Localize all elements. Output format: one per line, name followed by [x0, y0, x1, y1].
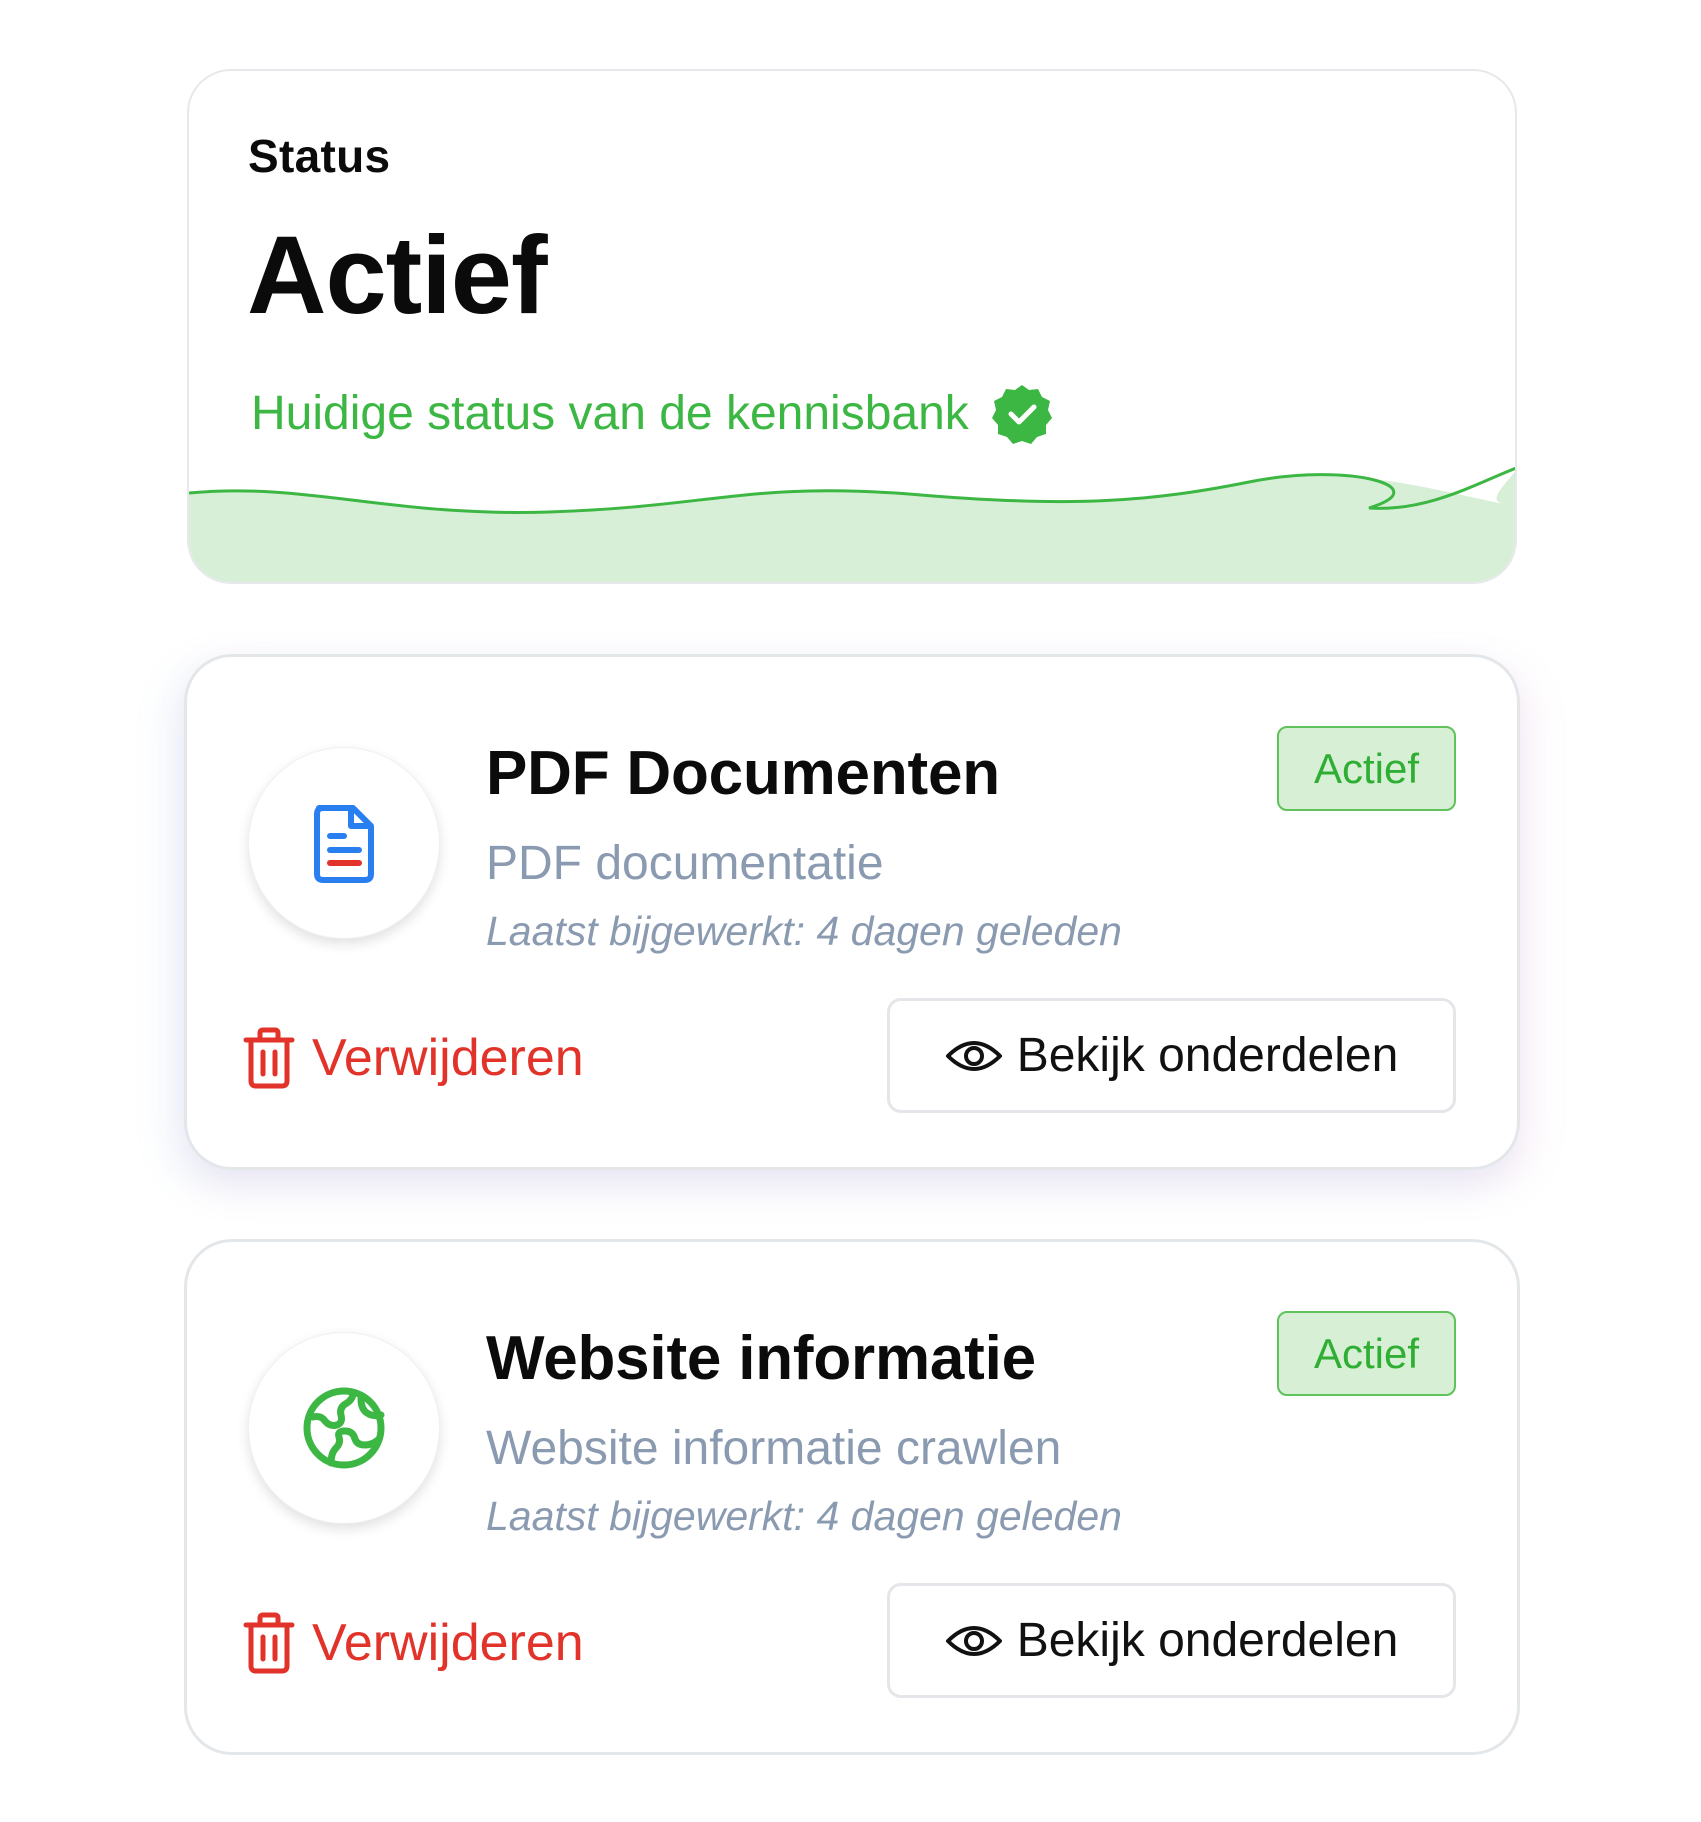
eye-icon: [945, 1040, 1002, 1071]
trash-icon: [243, 1027, 295, 1089]
globe-icon: [303, 1387, 385, 1469]
source-description: PDF documentatie: [486, 837, 884, 890]
pdf-document-icon: [314, 805, 374, 883]
source-card-website: Website informatie Website informatie cr…: [184, 1239, 1520, 1755]
eye-icon: [945, 1625, 1002, 1656]
delete-button-label: Verwijderen: [312, 1029, 584, 1087]
status-badge: Actief: [1277, 726, 1456, 811]
delete-button[interactable]: Verwijderen: [242, 1612, 584, 1674]
view-items-button[interactable]: Bekijk onderdelen: [887, 1583, 1456, 1698]
verified-check-icon: [991, 385, 1052, 444]
delete-button[interactable]: Verwijderen: [242, 1027, 584, 1089]
status-label: Status: [248, 130, 391, 182]
view-items-label: Bekijk onderdelen: [1016, 1614, 1399, 1667]
source-title: Website informatie: [486, 1324, 1036, 1393]
source-title: PDF Documenten: [486, 739, 1000, 808]
source-updated: Laatst bijgewerkt: 4 dagen geleden: [486, 1493, 1122, 1539]
source-icon-circle: [248, 747, 440, 939]
view-items-label: Bekijk onderdelen: [1016, 1029, 1399, 1082]
source-description: Website informatie crawlen: [486, 1422, 1062, 1475]
status-badge: Actief: [1277, 1311, 1456, 1396]
trash-icon: [243, 1612, 295, 1674]
status-wave: [189, 466, 1515, 582]
delete-button-label: Verwijderen: [312, 1614, 584, 1672]
status-card: Status Actief Huidige status van de kenn…: [187, 69, 1517, 584]
view-items-button[interactable]: Bekijk onderdelen: [887, 998, 1456, 1113]
source-icon-circle: [248, 1332, 440, 1524]
source-updated: Laatst bijgewerkt: 4 dagen geleden: [486, 908, 1122, 954]
status-value: Actief: [247, 214, 548, 337]
status-subtitle-row: Huidige status van de kennisbank: [251, 383, 1053, 445]
source-card-pdf: PDF Documenten PDF documentatie Laatst b…: [184, 654, 1520, 1170]
status-subtitle: Huidige status van de kennisbank: [251, 387, 969, 440]
